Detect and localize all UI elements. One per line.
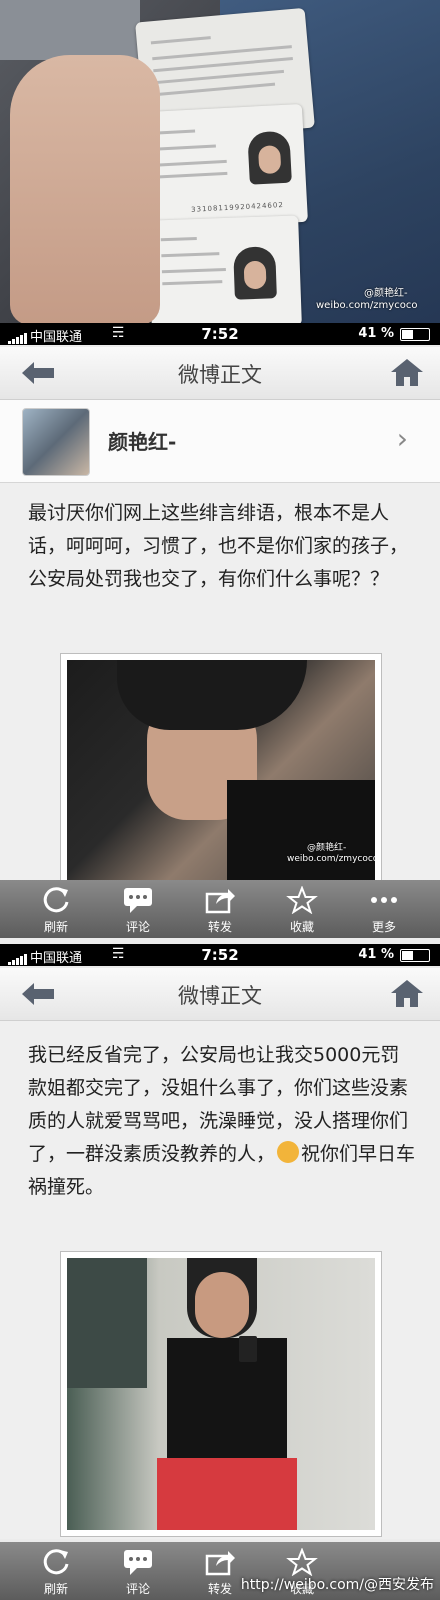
id-card-photo: 33108119920424602 @颜艳红- weibo.com/zmycoc… — [0, 0, 440, 325]
refresh-label: 刷新 — [43, 1582, 68, 1596]
chevron-right-icon: › — [396, 422, 408, 455]
battery-icon — [400, 949, 430, 962]
battery-percent: 41 % — [358, 947, 394, 962]
page-title: 微博正文 — [178, 363, 262, 387]
more-label: 更多 — [371, 920, 396, 934]
hand — [10, 55, 160, 325]
home-icon[interactable] — [390, 978, 424, 1008]
star-icon — [286, 1548, 318, 1576]
refresh-button[interactable]: 刷新 — [12, 1542, 100, 1600]
repost-icon — [205, 889, 235, 914]
comment-button[interactable]: 评论 — [94, 880, 182, 938]
sleeve — [0, 0, 140, 60]
battery-percent: 41 % — [358, 326, 394, 341]
refresh-icon — [43, 1549, 69, 1575]
image-watermark-url: weibo.com/zmycoco — [287, 854, 375, 864]
home-icon[interactable] — [390, 357, 424, 387]
comment-label: 评论 — [125, 1582, 150, 1596]
id-card-front-1: 33108119920424602 — [142, 103, 308, 231]
page-title: 微博正文 — [178, 984, 262, 1008]
image-watermark-handle: @颜艳红- — [307, 843, 347, 853]
id-photo — [233, 246, 277, 300]
nav-bar: 微博正文 — [0, 968, 440, 1021]
favorite-button[interactable]: 收藏 — [258, 880, 346, 938]
comment-button[interactable]: 评论 — [94, 1542, 182, 1600]
comment-icon — [124, 888, 152, 913]
avatar[interactable] — [22, 408, 90, 476]
repost-icon — [205, 1551, 235, 1576]
photo-watermark-handle: @颜艳红- — [364, 288, 408, 299]
repost-label: 转发 — [207, 920, 232, 934]
refresh-label: 刷新 — [43, 920, 68, 934]
battery-icon — [400, 328, 430, 341]
author-row[interactable]: 颜艳红- › — [0, 400, 440, 483]
post-image[interactable]: @颜艳红- weibo.com/zmycoco — [60, 653, 382, 893]
status-bar: 中国联通 ☴ 7:52 41 % — [0, 944, 440, 966]
photo-watermark-url: weibo.com/zmycoco — [316, 300, 418, 311]
comment-label: 评论 — [125, 920, 150, 934]
refresh-icon — [43, 887, 69, 913]
id-number: 33108119920424602 — [190, 200, 284, 214]
action-toolbar: 刷新 评论 转发 收藏 更多 — [0, 880, 440, 938]
post-body: 我已经反省完了，公安局也让我交5000元罚款姐都交完了，没姐什么事了，你们这些没… — [0, 1021, 440, 1539]
author-name[interactable]: 颜艳红- — [108, 426, 176, 455]
status-bar: 中国联通 ☴ 7:52 41 % — [0, 323, 440, 345]
id-card-front-2 — [148, 215, 302, 325]
nav-bar: 微博正文 — [0, 347, 440, 400]
favorite-label: 收藏 — [289, 920, 314, 934]
action-toolbar: 刷新 评论 转发 收藏 http://weibo.com/@西安发布 — [0, 1542, 440, 1600]
post-image[interactable] — [60, 1251, 382, 1537]
emoji-icon — [277, 1141, 300, 1163]
more-button[interactable]: 更多 — [340, 880, 428, 938]
more-icon — [371, 897, 397, 903]
post-text: 最讨厌你们网上这些绯言绯语，根本不是人话，呵呵呵，习惯了，也不是你们家的孩子，公… — [28, 502, 409, 590]
repost-button[interactable]: 转发 — [176, 880, 264, 938]
id-photo — [247, 130, 292, 185]
footer-watermark: http://weibo.com/@西安发布 — [240, 1577, 434, 1593]
comment-icon — [124, 1550, 152, 1575]
post-body: 最讨厌你们网上这些绯言绯语，根本不是人话，呵呵呵，习惯了，也不是你们家的孩子，公… — [0, 483, 440, 902]
post-text: 我已经反省完了，公安局也让我交5000元罚款姐都交完了，没姐什么事了，你们这些没… — [28, 1039, 416, 1204]
refresh-button[interactable]: 刷新 — [12, 880, 100, 938]
star-icon — [286, 886, 318, 914]
